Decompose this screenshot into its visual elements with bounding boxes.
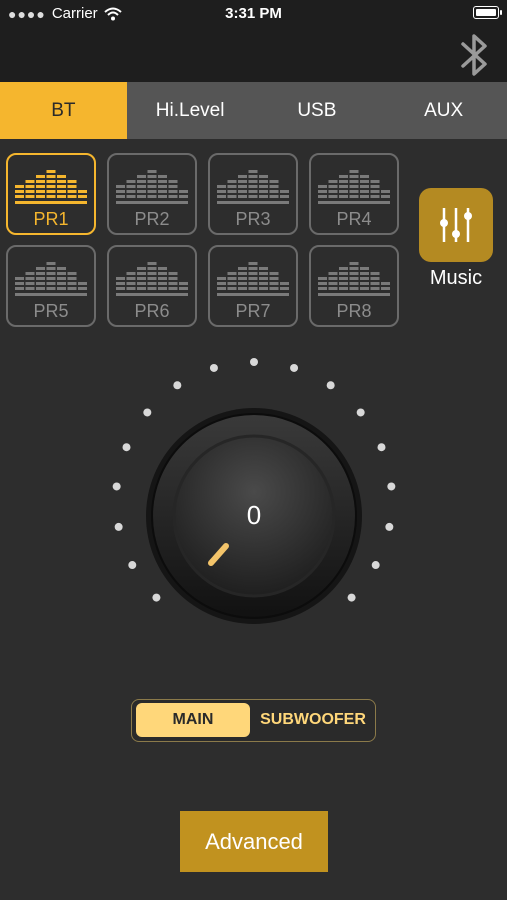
volume-knob[interactable] bbox=[0, 0, 507, 680]
knob-scale-dot bbox=[173, 381, 182, 390]
output-toggle: MAIN SUBWOOFER bbox=[131, 699, 376, 742]
knob-scale-dot bbox=[114, 522, 123, 531]
knob-scale-dot bbox=[209, 363, 218, 372]
knob-scale-dot bbox=[152, 593, 161, 602]
knob-value: 0 bbox=[246, 500, 262, 530]
knob-scale-dot bbox=[250, 358, 258, 366]
knob-scale-dot bbox=[377, 443, 386, 452]
knob-scale-dot bbox=[128, 561, 137, 570]
main-segment[interactable]: MAIN bbox=[136, 703, 250, 737]
subwoofer-segment[interactable]: SUBWOOFER bbox=[254, 703, 372, 737]
knob-scale-dot bbox=[143, 408, 152, 417]
knob-scale-dot bbox=[112, 482, 121, 491]
knob-scale-dot bbox=[326, 381, 335, 390]
knob-scale-dot bbox=[122, 443, 131, 452]
knob-scale-dot bbox=[387, 482, 396, 491]
advanced-button[interactable]: Advanced bbox=[180, 811, 328, 872]
knob-scale-dot bbox=[347, 593, 356, 602]
knob-scale-dot bbox=[290, 363, 299, 372]
knob-scale-dot bbox=[356, 408, 365, 417]
knob-scale-dot bbox=[371, 561, 380, 570]
knob-scale-dot bbox=[385, 522, 394, 531]
